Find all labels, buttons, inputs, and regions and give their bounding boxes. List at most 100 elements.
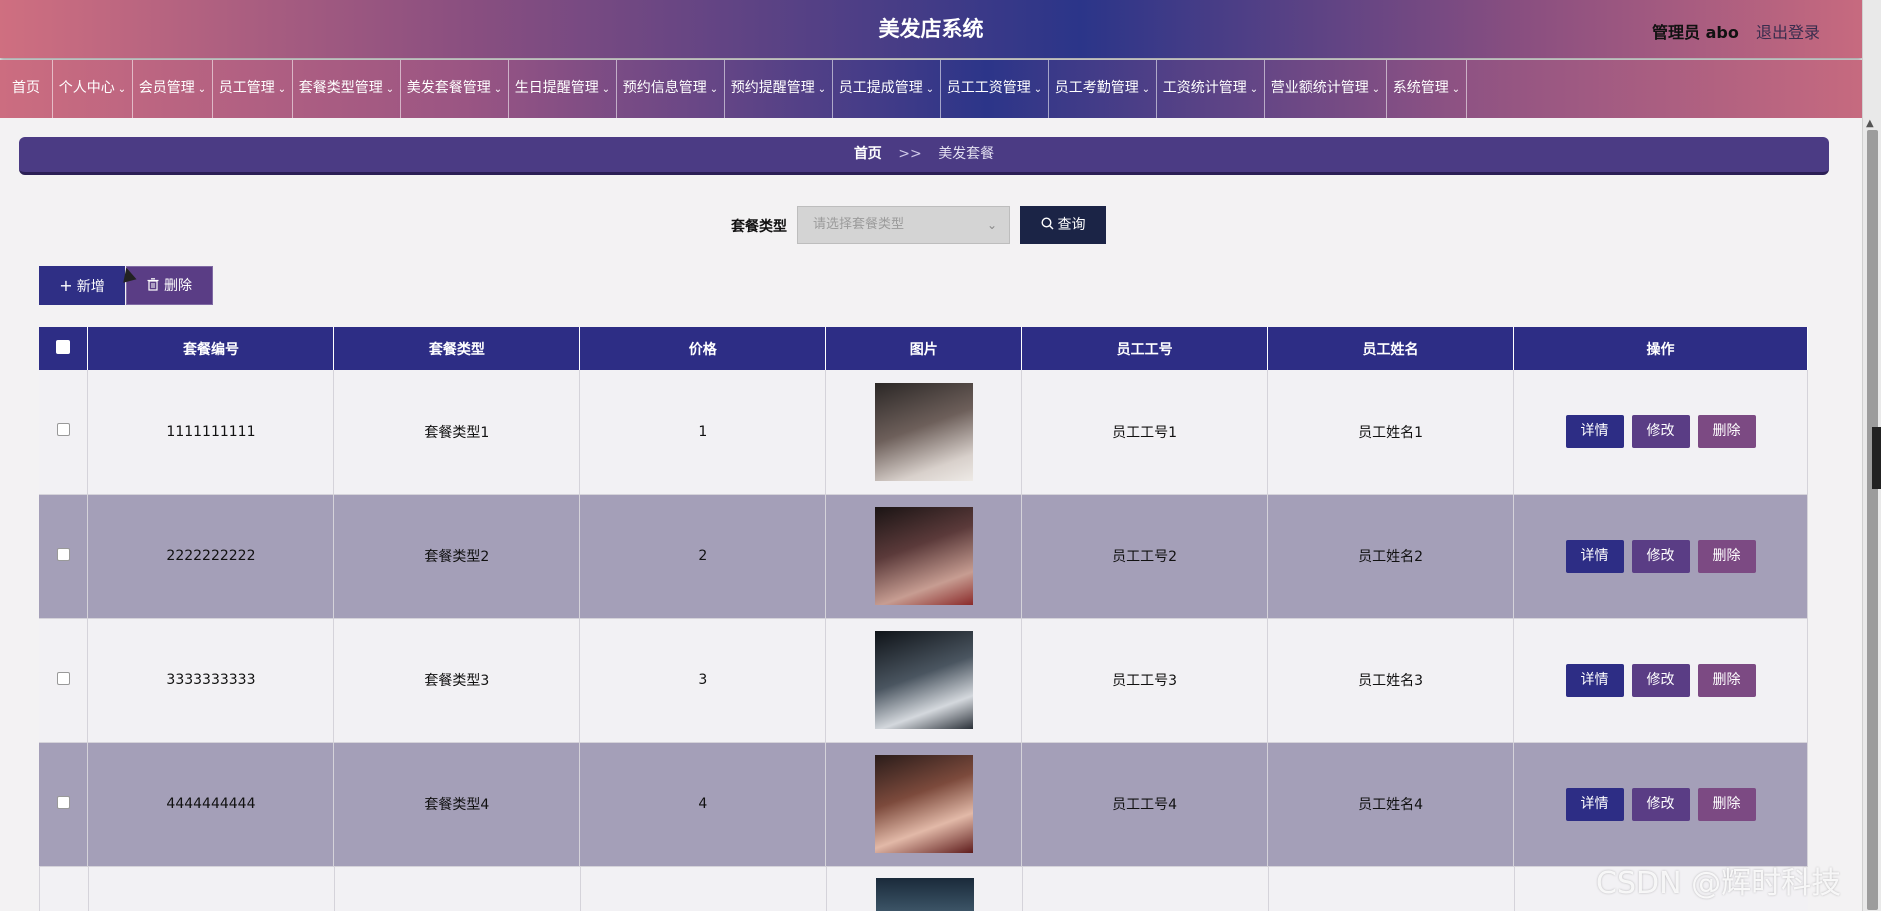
nav-booking-reminder-mgmt[interactable]: 预约提醒管理 ⌄ bbox=[725, 60, 833, 118]
cell-emp-name: 员工姓名2 bbox=[1267, 494, 1514, 619]
table-row: 2222222222 套餐类型2 2 员工工号2 员工姓名2 详情 修改 删除 bbox=[39, 494, 1808, 619]
chevron-down-icon: ⌄ bbox=[1033, 84, 1043, 95]
package-type-label: 套餐类型 bbox=[731, 219, 787, 235]
chevron-down-icon: ⌄ bbox=[986, 218, 997, 232]
scroll-up-icon[interactable]: ▲ bbox=[1866, 118, 1874, 129]
row-checkbox[interactable] bbox=[56, 423, 70, 437]
chevron-down-icon: ⌄ bbox=[1249, 84, 1259, 95]
header-emp-name: 员工姓名 bbox=[1267, 327, 1514, 370]
cell-emp-no: 员工工号1 bbox=[1021, 370, 1269, 495]
top-header: 美发店系统 管理员 abo 退出登录 bbox=[0, 0, 1862, 58]
header-type: 套餐类型 bbox=[333, 327, 581, 370]
row-checkbox[interactable] bbox=[56, 547, 70, 561]
header-emp-no: 员工工号 bbox=[1021, 327, 1269, 370]
select-all-checkbox[interactable] bbox=[56, 339, 71, 354]
nav-member-mgmt[interactable]: 会员管理 ⌄ bbox=[133, 60, 213, 118]
detail-button[interactable]: 详情 bbox=[1565, 539, 1624, 573]
delete-button[interactable]: 删除 bbox=[1697, 663, 1756, 697]
nav-hair-package-mgmt[interactable]: 美发套餐管理 ⌄ bbox=[401, 60, 509, 118]
detail-button[interactable]: 详情 bbox=[1565, 663, 1624, 697]
nav-system-mgmt[interactable]: 系统管理 ⌄ bbox=[1387, 60, 1467, 118]
delete-button[interactable]: 删除 bbox=[1697, 539, 1756, 573]
nav-package-type-mgmt[interactable]: 套餐类型管理 ⌄ bbox=[293, 60, 401, 118]
row-checkbox[interactable] bbox=[56, 671, 70, 685]
side-handle[interactable] bbox=[1872, 427, 1881, 489]
cell-type: 套餐类型1 bbox=[333, 370, 581, 495]
cell-code: 1111111111 bbox=[87, 370, 335, 495]
nav-attendance-mgmt[interactable]: 员工考勤管理 ⌄ bbox=[1049, 60, 1157, 118]
plus-icon: + bbox=[59, 276, 73, 295]
row-checkbox[interactable] bbox=[56, 795, 70, 809]
breadcrumb-home[interactable]: 首页 bbox=[854, 146, 882, 162]
chevron-down-icon: ⌄ bbox=[925, 84, 935, 95]
chevron-down-icon: ⌄ bbox=[197, 84, 207, 95]
select-all-cell bbox=[39, 327, 89, 370]
cell-code: 4444444444 bbox=[87, 742, 335, 867]
header-image: 图片 bbox=[825, 327, 1023, 370]
nav-commission-mgmt[interactable]: 员工提成管理 ⌄ bbox=[833, 60, 941, 118]
package-type-select[interactable]: 请选择套餐类型 ⌄ bbox=[797, 206, 1010, 244]
cell-type: 套餐类型4 bbox=[333, 742, 581, 867]
package-image[interactable] bbox=[874, 507, 973, 605]
chevron-down-icon: ⌄ bbox=[1371, 84, 1381, 95]
scroll-thumb[interactable] bbox=[1867, 130, 1878, 910]
chevron-down-icon: ⌄ bbox=[117, 84, 127, 95]
header-actions: 操作 bbox=[1513, 327, 1808, 370]
main-nav: 首页 个人中心 ⌄ 会员管理 ⌄ 员工管理 ⌄ 套餐类型管理 ⌄ 美发套餐管理 ⌄ 生日提… bbox=[0, 60, 1862, 118]
watermark: CSDN @辉时科技 bbox=[1596, 866, 1842, 901]
nav-personal-center[interactable]: 个人中心 ⌄ bbox=[53, 60, 133, 118]
nav-booking-info-mgmt[interactable]: 预约信息管理 ⌄ bbox=[617, 60, 725, 118]
delete-button[interactable]: 删除 bbox=[1697, 787, 1756, 821]
detail-button[interactable]: 详情 bbox=[1565, 415, 1624, 449]
nav-salary-mgmt[interactable]: 员工工资管理 ⌄ bbox=[941, 60, 1049, 118]
cell-emp-name: 员工姓名4 bbox=[1267, 742, 1514, 867]
nav-revenue-stats-mgmt[interactable]: 营业额统计管理 ⌄ bbox=[1265, 60, 1387, 118]
nav-home[interactable]: 首页 bbox=[0, 60, 53, 118]
edit-button[interactable]: 修改 bbox=[1631, 415, 1690, 449]
nav-salary-stats-mgmt[interactable]: 工资统计管理 ⌄ bbox=[1157, 60, 1265, 118]
table-row: 4444444444 套餐类型4 4 员工工号4 员工姓名4 详情 修改 删除 bbox=[39, 742, 1808, 867]
cell-price: 1 bbox=[579, 370, 827, 495]
cell-type: 套餐类型3 bbox=[333, 618, 581, 743]
detail-button[interactable]: 详情 bbox=[1565, 787, 1624, 821]
package-table: 套餐编号 套餐类型 价格 图片 员工工号 员工姓名 操作 1111111111 … bbox=[39, 327, 1808, 867]
cell-code: 3333333333 bbox=[87, 618, 335, 743]
app-title: 美发店系统 bbox=[878, 17, 984, 41]
delete-button[interactable]: 删除 bbox=[1697, 415, 1756, 449]
cell-type: 套餐类型2 bbox=[333, 494, 581, 619]
package-type-placeholder: 请选择套餐类型 bbox=[813, 217, 905, 232]
header-price: 价格 bbox=[579, 327, 827, 370]
chevron-down-icon: ⌄ bbox=[601, 84, 611, 95]
package-image[interactable] bbox=[874, 755, 973, 853]
breadcrumb: 首页 >> 美发套餐 bbox=[19, 137, 1829, 175]
package-image-partial[interactable] bbox=[876, 878, 974, 911]
table-row: 3333333333 套餐类型3 3 员工工号3 员工姓名3 详情 修改 删除 bbox=[39, 618, 1808, 743]
chevron-down-icon: ⌄ bbox=[709, 84, 719, 95]
package-image[interactable] bbox=[874, 382, 973, 481]
logout-link[interactable]: 退出登录 bbox=[1756, 19, 1820, 43]
table-header-row: 套餐编号 套餐类型 价格 图片 员工工号 员工姓名 操作 bbox=[39, 327, 1808, 370]
nav-birthday-reminder-mgmt[interactable]: 生日提醒管理 ⌄ bbox=[509, 60, 617, 118]
edit-button[interactable]: 修改 bbox=[1631, 787, 1690, 821]
chevron-down-icon: ⌄ bbox=[385, 84, 395, 95]
nav-staff-mgmt[interactable]: 员工管理 ⌄ bbox=[213, 60, 293, 118]
table-row: 1111111111 套餐类型1 1 员工工号1 员工姓名1 详情 修改 删除 bbox=[39, 370, 1808, 495]
search-icon bbox=[1040, 217, 1053, 230]
header-code: 套餐编号 bbox=[87, 327, 335, 370]
cell-emp-name: 员工姓名1 bbox=[1267, 370, 1514, 495]
add-button[interactable]: + 新增 bbox=[39, 266, 125, 305]
cell-price: 3 bbox=[579, 618, 827, 743]
chevron-down-icon: ⌄ bbox=[277, 84, 287, 95]
query-button[interactable]: 查询 bbox=[1020, 206, 1106, 244]
chevron-down-icon: ⌄ bbox=[493, 84, 503, 95]
batch-delete-button[interactable]: 删除 bbox=[126, 266, 213, 305]
chevron-down-icon: ⌄ bbox=[1141, 84, 1151, 95]
cell-price: 4 bbox=[579, 742, 827, 867]
current-user: 管理员 abo bbox=[1652, 23, 1739, 42]
cell-emp-no: 员工工号3 bbox=[1021, 618, 1269, 743]
package-image[interactable] bbox=[874, 631, 973, 729]
chevron-down-icon: ⌄ bbox=[817, 84, 827, 95]
cell-emp-name: 员工姓名3 bbox=[1267, 618, 1514, 743]
edit-button[interactable]: 修改 bbox=[1631, 663, 1690, 697]
edit-button[interactable]: 修改 bbox=[1631, 539, 1690, 573]
